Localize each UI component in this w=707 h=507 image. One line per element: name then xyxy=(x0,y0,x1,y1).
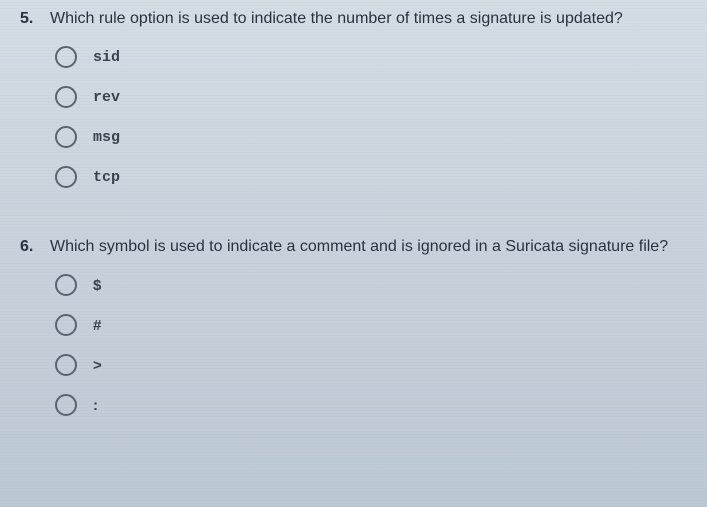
option-row[interactable]: tcp xyxy=(55,166,687,188)
option-row[interactable]: msg xyxy=(55,126,687,148)
question-text: Which symbol is used to indicate a comme… xyxy=(50,238,668,256)
question-number: 5. xyxy=(20,10,50,28)
option-row[interactable]: $ xyxy=(55,274,687,296)
question-row: 5. Which rule option is used to indicate… xyxy=(20,10,687,28)
question-block-5: 5. Which rule option is used to indicate… xyxy=(20,10,687,188)
radio-button[interactable] xyxy=(55,394,77,416)
option-label: : xyxy=(93,397,98,414)
question-block-6: 6. Which symbol is used to indicate a co… xyxy=(20,238,687,416)
radio-button[interactable] xyxy=(55,274,77,296)
option-label: rev xyxy=(93,89,120,106)
option-label: $ xyxy=(93,277,101,294)
option-row[interactable]: > xyxy=(55,354,687,376)
option-row[interactable]: sid xyxy=(55,46,687,68)
radio-button[interactable] xyxy=(55,166,77,188)
radio-button[interactable] xyxy=(55,314,77,336)
option-row[interactable]: # xyxy=(55,314,687,336)
question-number: 6. xyxy=(20,238,50,256)
options-list: $ # > : xyxy=(20,274,687,416)
radio-button[interactable] xyxy=(55,86,77,108)
option-label: # xyxy=(93,317,101,334)
radio-button[interactable] xyxy=(55,126,77,148)
options-list: sid rev msg tcp xyxy=(20,46,687,188)
radio-button[interactable] xyxy=(55,46,77,68)
option-label: > xyxy=(93,357,102,374)
radio-button[interactable] xyxy=(55,354,77,376)
option-row[interactable]: rev xyxy=(55,86,687,108)
option-row[interactable]: : xyxy=(55,394,687,416)
option-label: tcp xyxy=(93,169,120,186)
option-label: msg xyxy=(93,129,120,146)
question-row: 6. Which symbol is used to indicate a co… xyxy=(20,238,687,256)
option-label: sid xyxy=(93,49,120,66)
question-text: Which rule option is used to indicate th… xyxy=(50,10,623,28)
